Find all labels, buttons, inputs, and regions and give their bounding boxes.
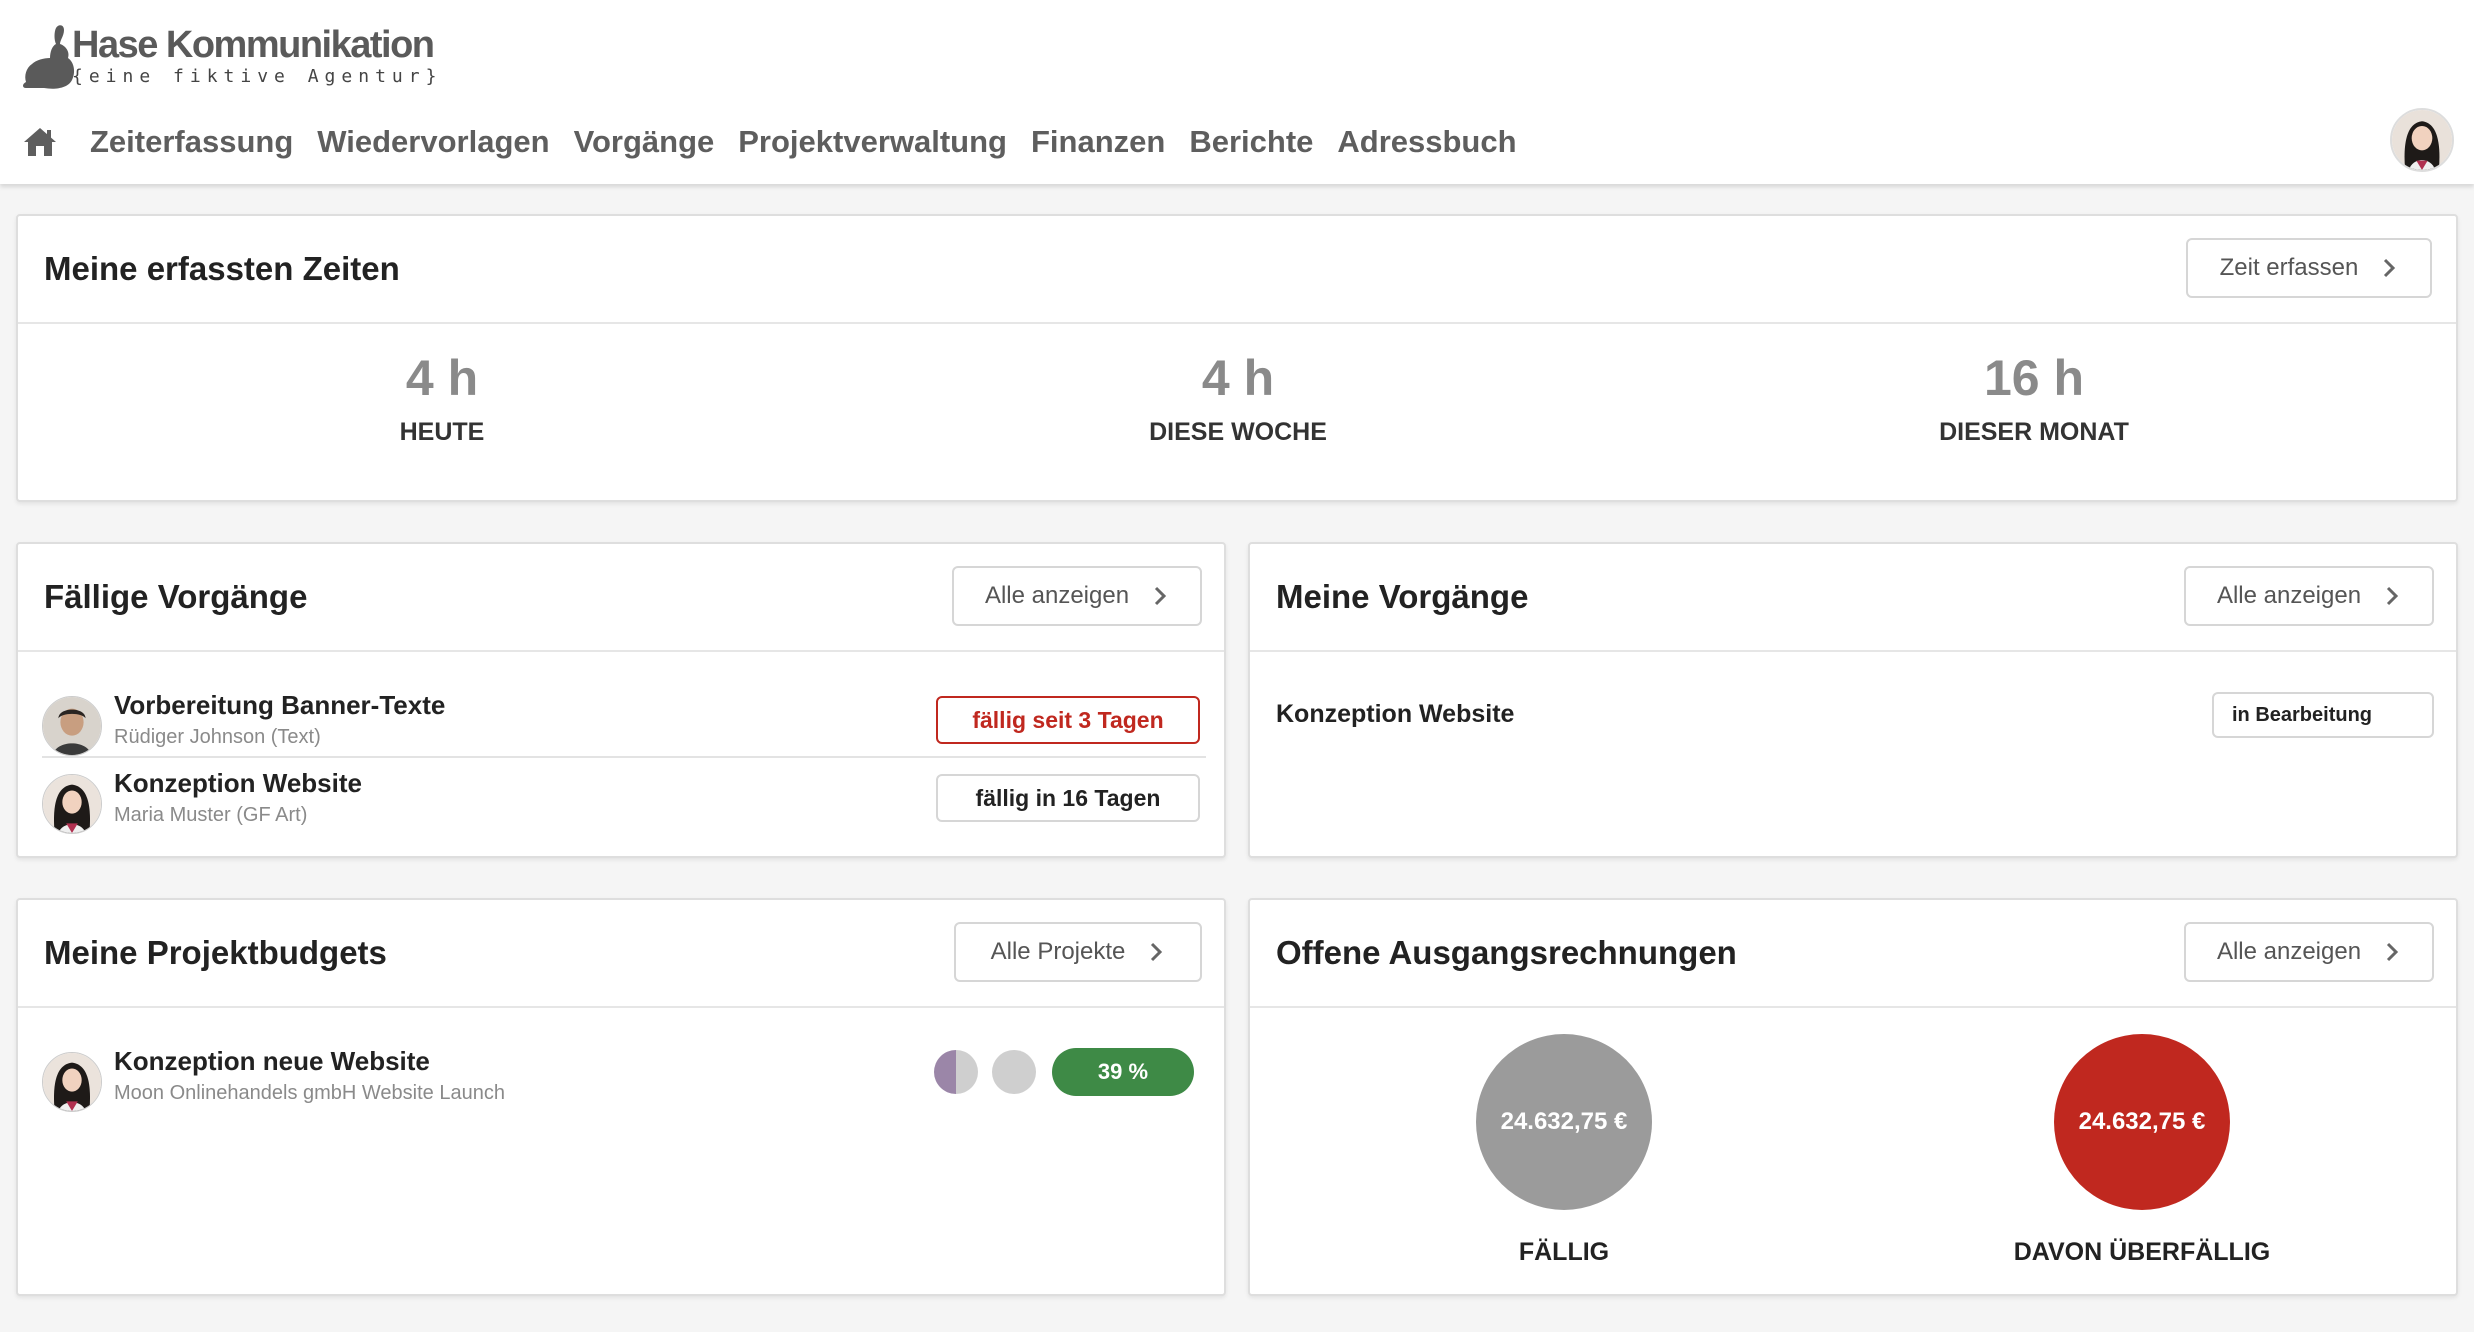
invoices-card: Offene Ausgangsrechnungen Alle anzeigen … bbox=[1248, 898, 2458, 1296]
stat-today-label: HEUTE bbox=[399, 418, 485, 446]
task-title: Vorbereitung Banner-Texte bbox=[114, 690, 446, 720]
invoices-header: Offene Ausgangsrechnungen Alle anzeigen bbox=[1250, 900, 2456, 1008]
mine-show-all-label: Alle anzeigen bbox=[2216, 582, 2362, 609]
due-amount-label: FÄLLIG bbox=[1518, 1238, 1610, 1266]
status-badge: in Bearbeitung bbox=[2212, 692, 2434, 738]
nav-item-projektverwaltung[interactable]: Projektverwaltung bbox=[738, 124, 1007, 160]
chevron-right-icon bbox=[1151, 942, 1163, 962]
avatar bbox=[42, 774, 102, 834]
times-card-header: Meine erfassten Zeiten Zeit erfassen bbox=[18, 216, 2456, 324]
task-assignee: Rüdiger Johnson (Text) bbox=[114, 726, 321, 748]
list-item[interactable]: Konzeption neue Website Moon Onlinehande… bbox=[42, 1042, 942, 1116]
all-projects-button[interactable]: Alle Projekte bbox=[954, 922, 1202, 982]
avatar bbox=[42, 1052, 102, 1112]
budget-time-indicator bbox=[934, 1050, 978, 1094]
main-nav: Zeiterfassung Wiedervorlagen Vorgänge Pr… bbox=[22, 118, 1541, 166]
my-tasks-card: Meine Vorgänge Alle anzeigen Konzeption … bbox=[1248, 542, 2458, 858]
budgets-card: Meine Projektbudgets Alle Projekte Konze… bbox=[16, 898, 1226, 1296]
budget-percent-badge: 39 % bbox=[1052, 1048, 1194, 1096]
all-projects-label: Alle Projekte bbox=[990, 938, 1126, 965]
stat-week-label: DIESE WOCHE bbox=[1149, 418, 1327, 446]
overdue-amount-label: DAVON ÜBERFÄLLIG bbox=[2013, 1238, 2271, 1266]
nav-item-zeiterfassung[interactable]: Zeiterfassung bbox=[90, 124, 293, 160]
home-icon[interactable] bbox=[22, 124, 58, 160]
rabbit-logo-icon bbox=[23, 25, 75, 89]
chevron-right-icon bbox=[1154, 586, 1167, 606]
row-divider bbox=[42, 756, 1206, 758]
budget-cost-indicator bbox=[992, 1050, 1036, 1094]
user-avatar[interactable] bbox=[2390, 108, 2454, 172]
mine-show-all-button[interactable]: Alle anzeigen bbox=[2184, 566, 2434, 626]
due-show-all-label: Alle anzeigen bbox=[984, 582, 1130, 609]
overdue-amount-circle[interactable]: 24.632,75 € bbox=[2054, 1034, 2230, 1210]
task-title[interactable]: Konzeption Website bbox=[1276, 700, 1514, 729]
invoices-show-all-label: Alle anzeigen bbox=[2216, 938, 2362, 965]
stat-week: 4 h DIESE WOCHE bbox=[1028, 346, 1448, 447]
chevron-right-icon bbox=[2384, 258, 2396, 278]
chevron-right-icon bbox=[2386, 942, 2399, 962]
status-badge-due: fällig in 16 Tagen bbox=[936, 774, 1200, 822]
stat-week-value: 4 h bbox=[1201, 350, 1275, 406]
nav-item-finanzen[interactable]: Finanzen bbox=[1031, 124, 1165, 160]
invoices-show-all-button[interactable]: Alle anzeigen bbox=[2184, 922, 2434, 982]
stat-today-value: 4 h bbox=[405, 350, 479, 406]
nav-item-wiedervorlagen[interactable]: Wiedervorlagen bbox=[317, 124, 549, 160]
chevron-right-icon bbox=[2386, 586, 2399, 606]
brand-name: Hase Kommunikation bbox=[72, 24, 435, 66]
invoices-title: Offene Ausgangsrechnungen bbox=[1276, 934, 1737, 971]
due-amount-circle[interactable]: 24.632,75 € bbox=[1476, 1034, 1652, 1210]
my-tasks-header: Meine Vorgänge Alle anzeigen bbox=[1250, 544, 2456, 652]
budgets-header: Meine Projektbudgets Alle Projekte bbox=[18, 900, 1224, 1008]
due-tasks-card: Fällige Vorgänge Alle anzeigen Vorbereit… bbox=[16, 542, 1226, 858]
stat-month-value: 16 h bbox=[1983, 350, 2085, 406]
times-card: Meine erfassten Zeiten Zeit erfassen 4 h… bbox=[16, 214, 2458, 502]
due-tasks-header: Fällige Vorgänge Alle anzeigen bbox=[18, 544, 1224, 652]
nav-item-vorgaenge[interactable]: Vorgänge bbox=[574, 124, 715, 160]
brand-tagline: {eine fiktive Agentur} bbox=[72, 66, 443, 87]
budgets-title: Meine Projektbudgets bbox=[44, 934, 387, 971]
budget-title: Konzeption neue Website bbox=[114, 1046, 430, 1076]
stat-today: 4 h HEUTE bbox=[232, 346, 652, 447]
stat-month: 16 h DIESER MONAT bbox=[1824, 346, 2244, 447]
budget-client: Moon Onlinehandels gmbH Website Launch bbox=[114, 1082, 505, 1104]
task-title: Konzeption Website bbox=[114, 768, 362, 798]
due-show-all-button[interactable]: Alle anzeigen bbox=[952, 566, 1202, 626]
nav-item-adressbuch[interactable]: Adressbuch bbox=[1337, 124, 1516, 160]
my-tasks-title: Meine Vorgänge bbox=[1276, 578, 1529, 615]
top-bar: Hase Kommunikation {eine fiktive Agentur… bbox=[0, 0, 2474, 184]
times-title: Meine erfassten Zeiten bbox=[44, 250, 400, 287]
status-badge-overdue: fällig seit 3 Tagen bbox=[936, 696, 1200, 744]
nav-item-berichte[interactable]: Berichte bbox=[1189, 124, 1313, 160]
task-assignee: Maria Muster (GF Art) bbox=[114, 804, 308, 826]
zeit-erfassen-label: Zeit erfassen bbox=[2219, 254, 2359, 281]
stat-month-label: DIESER MONAT bbox=[1939, 418, 2129, 446]
avatar bbox=[42, 696, 102, 756]
zeit-erfassen-button[interactable]: Zeit erfassen bbox=[2186, 238, 2432, 298]
due-tasks-title: Fällige Vorgänge bbox=[44, 578, 308, 615]
